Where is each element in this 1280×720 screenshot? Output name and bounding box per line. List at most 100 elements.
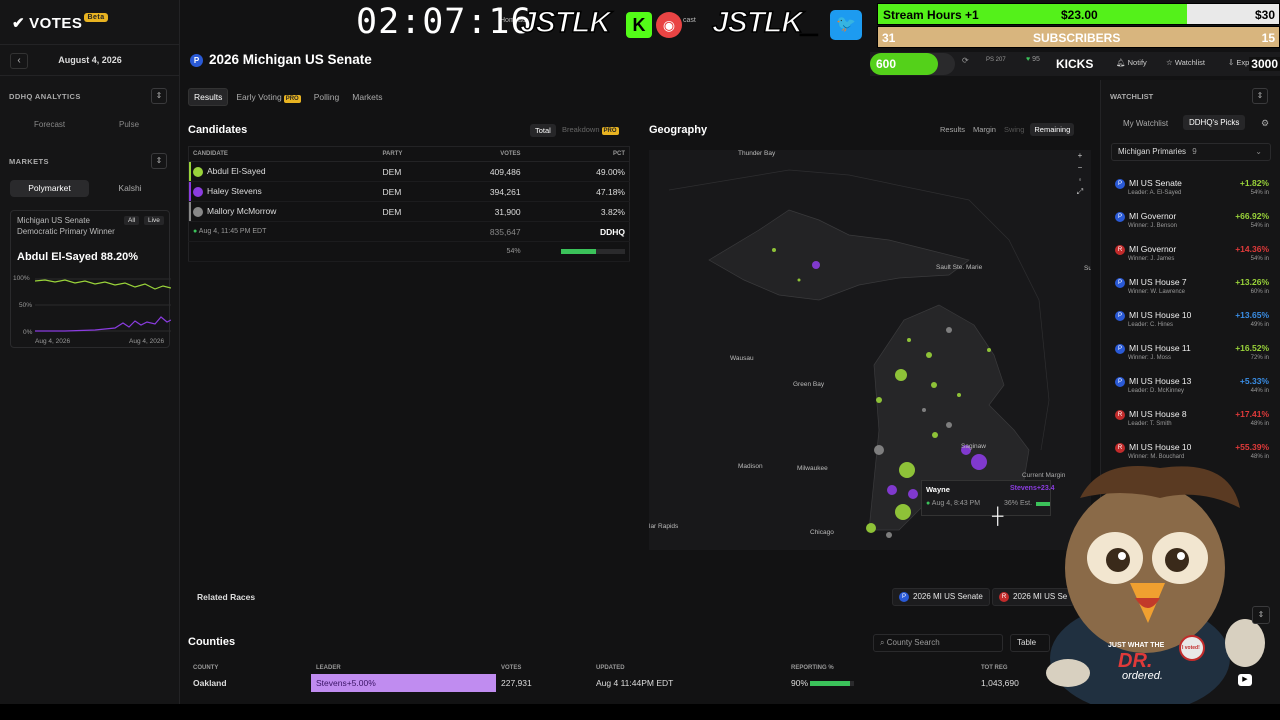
county-dot[interactable] xyxy=(971,454,987,470)
watchlist-item[interactable]: P MI Governor Winner: J. Benson +66.92% 54% … xyxy=(1115,211,1271,241)
related-races-bar: Related Races P 2026 MI US Senate R 2026 M… xyxy=(180,582,1075,612)
star-icon: ☆ xyxy=(1166,58,1173,67)
col-votes: VOTES xyxy=(501,665,522,671)
geo-tab-remaining[interactable]: Remaining xyxy=(1030,123,1075,136)
toggle-live[interactable]: Live xyxy=(144,216,164,225)
county-dot[interactable] xyxy=(946,422,952,428)
reset-icon[interactable]: ◦ xyxy=(1073,174,1087,186)
watchlist-item[interactable]: R MI US House 8 Leader: T. Smith +17.41% 48%… xyxy=(1115,409,1271,439)
geo-tab-results[interactable]: Results xyxy=(940,125,965,134)
tab-polymarket[interactable]: Polymarket xyxy=(10,180,89,197)
tooltip-est: 36% Est. xyxy=(1004,500,1033,507)
table-row[interactable]: Abdul El-Sayed DEM 409,486 49.00% xyxy=(188,161,630,182)
watchlist-item-margin: +16.52% xyxy=(1235,343,1269,353)
settings-gear-icon[interactable]: ⚙ xyxy=(1261,118,1269,129)
county-dot[interactable] xyxy=(772,248,776,252)
county-dot[interactable] xyxy=(946,327,952,333)
toggle-all[interactable]: All xyxy=(124,216,140,225)
watchlist-item-leader: Leader: D. McKinney xyxy=(1128,388,1185,394)
watchlist-item-reporting: 54% in xyxy=(1250,256,1269,262)
table-row[interactable]: Haley Stevens DEM 394,261 47.18% xyxy=(188,181,630,202)
county-dot[interactable] xyxy=(932,432,938,438)
table-row[interactable]: Mallory McMorrow DEM 31,900 3.82% xyxy=(188,201,630,222)
county-dot[interactable] xyxy=(987,348,991,352)
county-dot[interactable] xyxy=(866,523,876,533)
watchlist-item[interactable]: R MI Governor Winner: J. James +14.36% 54% i… xyxy=(1115,244,1271,274)
county-dot[interactable] xyxy=(812,261,820,269)
county-dot[interactable] xyxy=(926,352,932,358)
county-dot[interactable] xyxy=(797,278,801,282)
filter-label: Michigan Primaries xyxy=(1118,147,1187,156)
app-window: ✔ VOTES Beta ‹ August 4, 2026 DDHQ ANALYTI… xyxy=(0,0,1280,720)
county-dot[interactable] xyxy=(895,504,911,520)
county-dot[interactable] xyxy=(874,445,884,455)
county-dot[interactable] xyxy=(931,382,937,388)
zoom-in-icon[interactable]: + xyxy=(1073,150,1087,162)
watchlist-item-name: P MI US House 7 xyxy=(1115,277,1187,288)
goal-kicks: 600 ⟳ PS 207 ♥ 95 KICKS 🔔︎ Notify ☆ Watc… xyxy=(870,52,1280,76)
geo-tab-swing[interactable]: Swing xyxy=(1004,125,1024,134)
tab-pulse[interactable]: Pulse xyxy=(119,120,139,129)
tab-kalshi[interactable]: Kalshi xyxy=(92,180,168,197)
twitter-icon: 🐦 xyxy=(830,10,862,40)
watchlist-item[interactable]: P MI US House 7 Winner: W. Lawrence +13.26%… xyxy=(1115,277,1271,307)
county-dot[interactable] xyxy=(957,393,961,397)
expand-toggle-button[interactable]: ⇕ xyxy=(1252,606,1270,624)
watchlist-item-leader: Leader: A. El-Sayed xyxy=(1128,190,1182,196)
tab-forecast[interactable]: Forecast xyxy=(34,120,65,129)
watchlist-item[interactable]: P MI US Senate Leader: A. El-Sayed +1.82% 54… xyxy=(1115,178,1271,208)
watchlist-button[interactable]: ☆ Watchlist xyxy=(1166,58,1205,67)
updated-cell: ● Aug 4, 11:45 PM EDT xyxy=(188,221,379,242)
nav-forecast[interactable]: cast xyxy=(683,17,696,24)
watchlist-toggle-button[interactable]: ⇕ xyxy=(1252,88,1268,104)
export-button[interactable]: ⇩ Exp xyxy=(1228,58,1249,67)
app-logo[interactable]: ✔ VOTES Beta xyxy=(12,13,108,32)
watchlist-filter-select[interactable]: Michigan Primaries 9 ⌄ xyxy=(1111,143,1271,161)
fullscreen-icon[interactable]: ⤢ xyxy=(1073,186,1087,198)
beta-badge: Beta xyxy=(84,13,108,22)
county-dot[interactable] xyxy=(907,338,911,342)
watchlist-item[interactable]: P MI US House 13 Leader: D. McKinney +5.33%… xyxy=(1115,376,1271,406)
youtube-icon[interactable]: ▶ xyxy=(1238,674,1252,686)
mini-stat-2-value: 95 xyxy=(1032,56,1040,63)
chevron-down-icon: ⌄ xyxy=(1255,147,1262,156)
markets-toggle-button[interactable]: ⇕ xyxy=(151,153,167,169)
bell-icon: 🔔︎ xyxy=(1116,58,1126,67)
upper-peninsula xyxy=(708,209,970,301)
county-dot[interactable] xyxy=(876,397,882,403)
toggle-breakdown[interactable]: Breakdown PRO xyxy=(562,125,619,135)
county-dot[interactable] xyxy=(895,369,907,381)
reporting-bar-fill xyxy=(561,249,596,254)
watchlist-item[interactable]: P MI US House 11 Winner: J. Moss +16.52% 72%… xyxy=(1115,343,1271,373)
county-search-input[interactable]: ⌕ County Search xyxy=(873,634,1003,652)
tab-markets[interactable]: Markets xyxy=(347,89,387,105)
analytics-toggle-button[interactable]: ⇕ xyxy=(151,88,167,104)
watchlist-item-label: MI US House 11 xyxy=(1129,343,1191,353)
table-row[interactable]: Oakland Stevens+5.00% 227,931 Aug 4 11:4… xyxy=(188,674,1068,692)
county-dot[interactable] xyxy=(908,489,918,499)
county-dot[interactable] xyxy=(899,462,915,478)
market-card[interactable]: Michigan US Senate Democratic Primary Wi… xyxy=(10,210,171,348)
zoom-out-icon[interactable]: − xyxy=(1073,162,1087,174)
search-icon: ⌕ xyxy=(880,638,885,647)
tab-ddhq-picks[interactable]: DDHQ's Picks xyxy=(1183,115,1246,130)
watchlist-item[interactable]: P MI US House 10 Leader: C. Hines +13.65% 49… xyxy=(1115,310,1271,340)
tab-polling[interactable]: Polling xyxy=(309,89,345,105)
tab-results[interactable]: Results xyxy=(188,88,229,106)
avatar xyxy=(193,166,203,177)
notify-button[interactable]: 🔔︎ Notify xyxy=(1116,58,1147,67)
geo-tabs: Results Margin Swing Remaining xyxy=(940,123,1075,136)
related-chip-1[interactable]: P 2026 MI US Senate xyxy=(892,588,990,606)
county-dot[interactable] xyxy=(922,408,926,412)
county-dot[interactable] xyxy=(886,532,892,538)
filter-count: 9 xyxy=(1192,147,1197,156)
tab-early-voting[interactable]: Early Voting PRO xyxy=(231,89,305,105)
watchlist-item-label: MI US House 8 xyxy=(1129,409,1187,419)
candidate-name: Mallory McMorrow xyxy=(207,206,277,217)
col-updated: UPDATED xyxy=(596,665,625,671)
county-dot[interactable] xyxy=(887,485,897,495)
toggle-total[interactable]: Total xyxy=(530,124,556,137)
geo-tab-margin[interactable]: Margin xyxy=(973,125,996,134)
watchlist-item-leader: Winner: J. James xyxy=(1128,256,1175,262)
tab-my-watchlist[interactable]: My Watchlist xyxy=(1123,119,1168,128)
